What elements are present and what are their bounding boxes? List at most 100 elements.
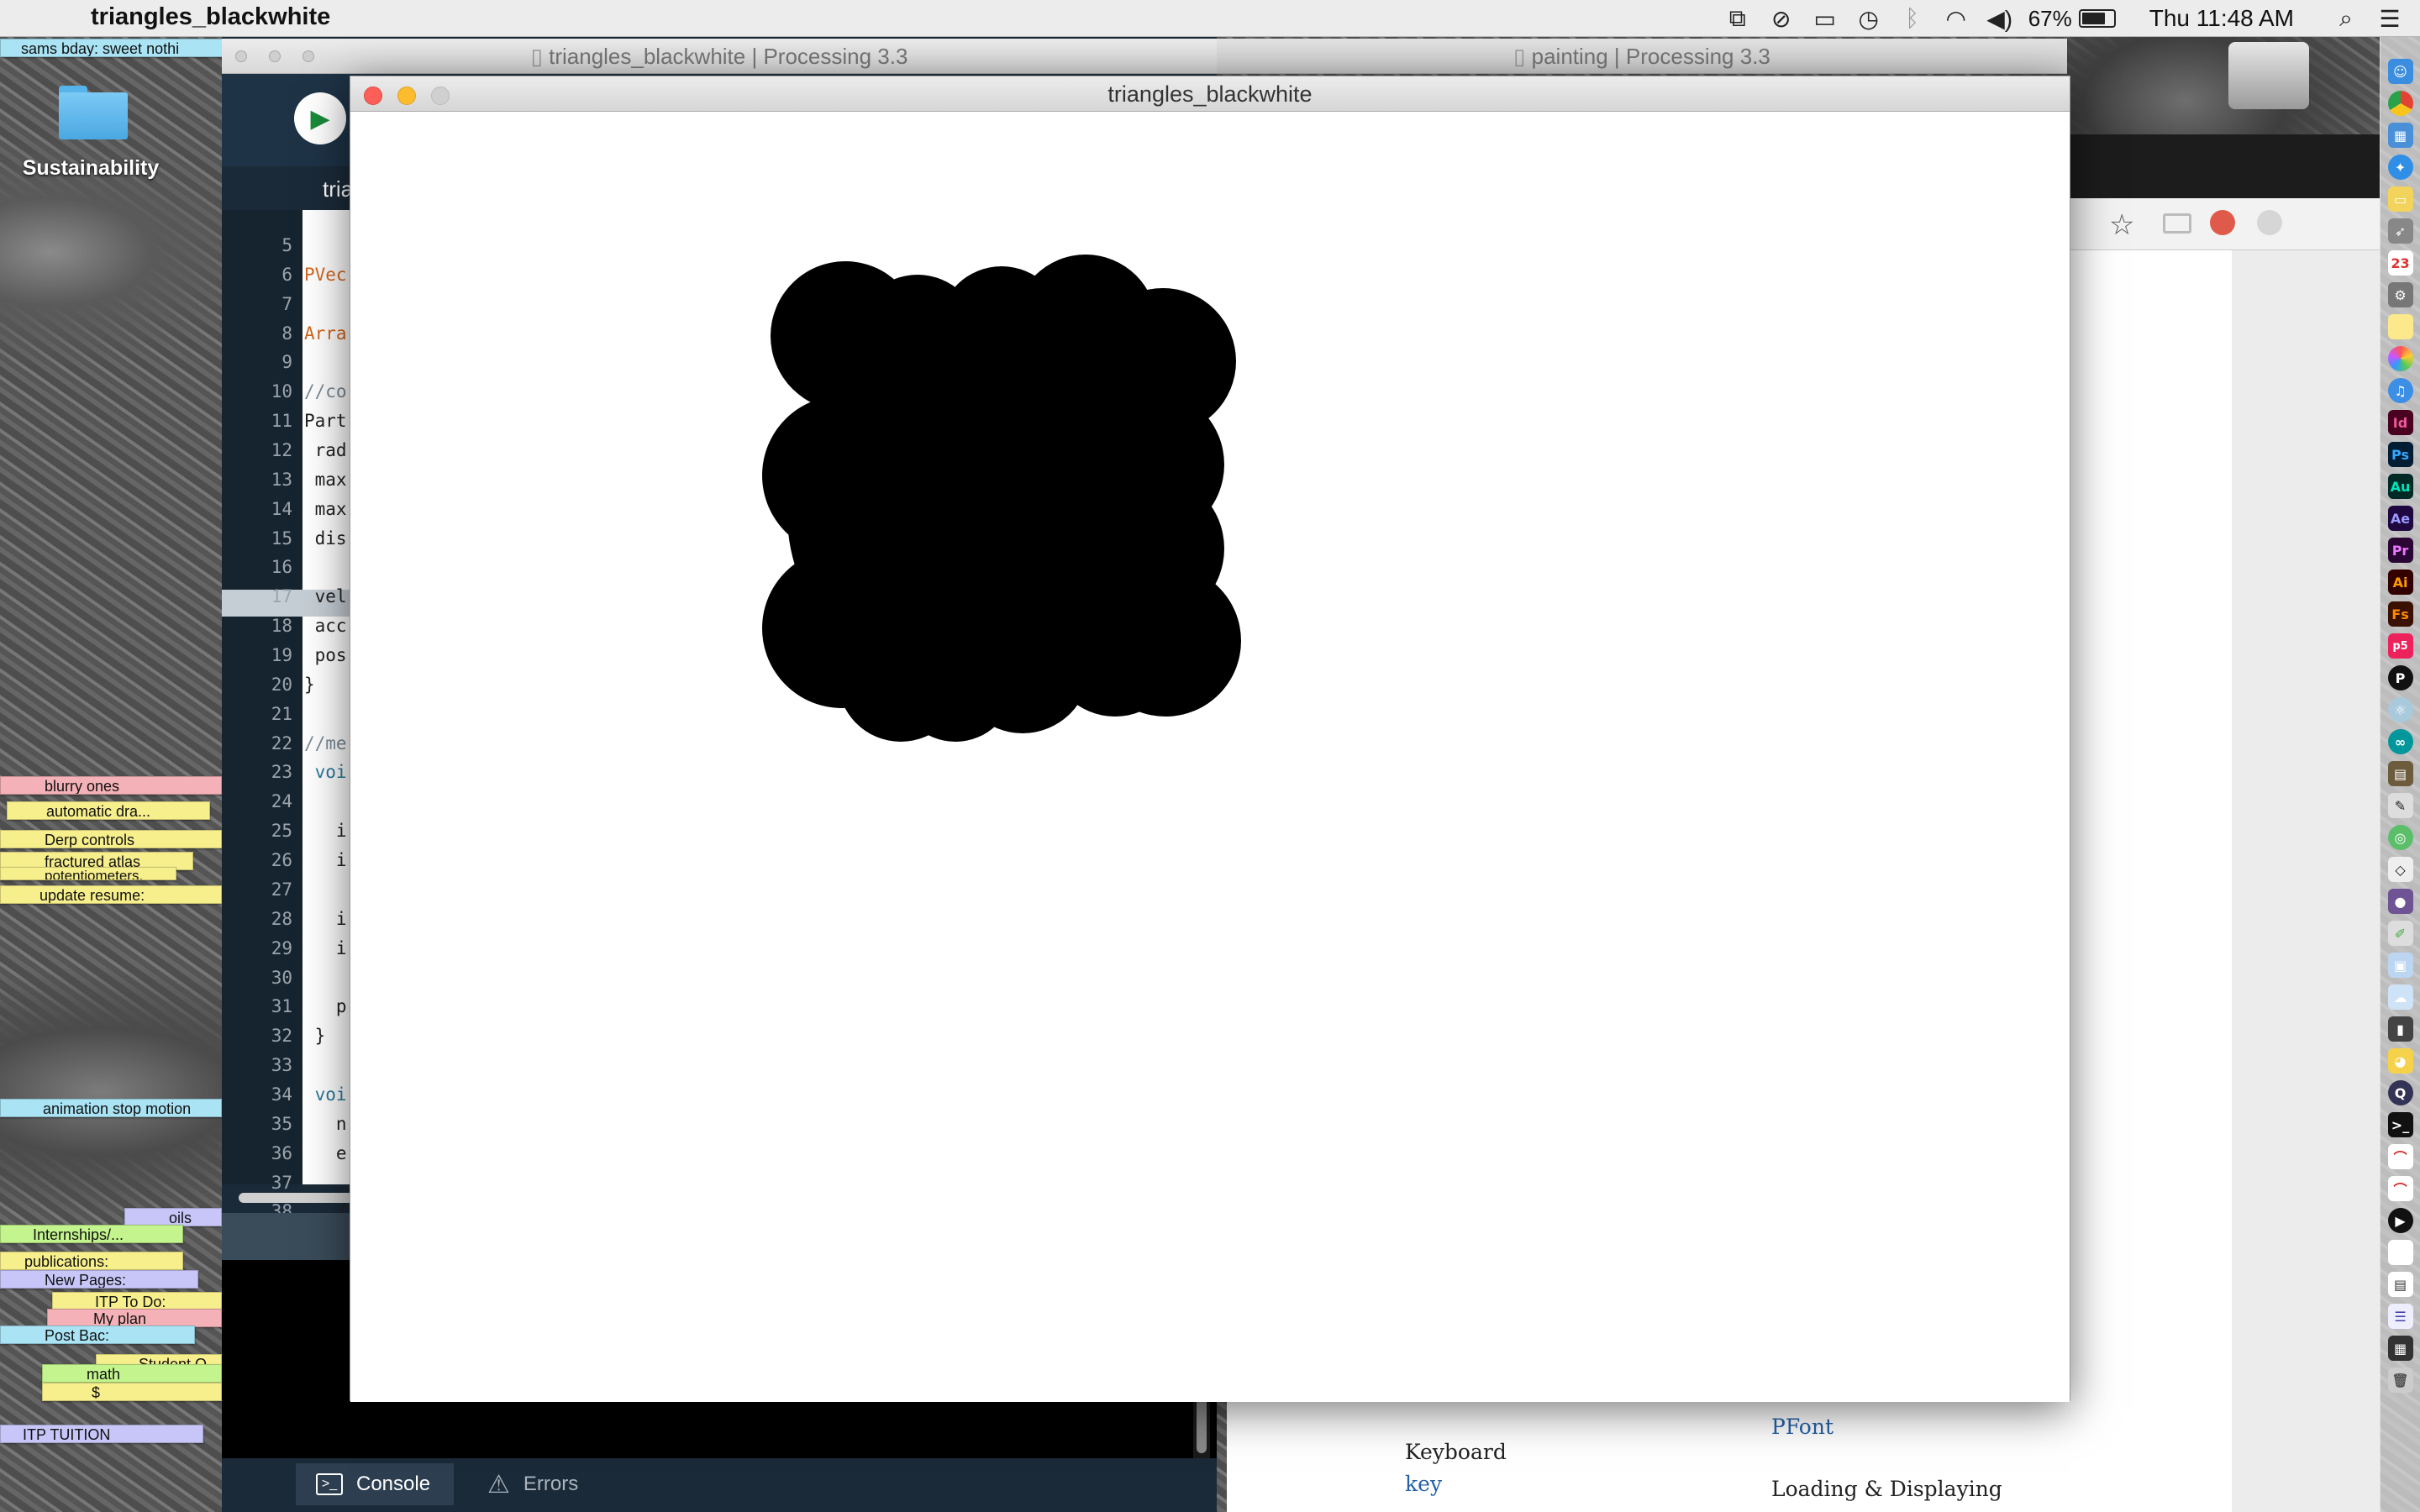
cloud-app-icon[interactable]: ☁ (2387, 984, 2413, 1010)
sync-icon[interactable]: ⊘ (1765, 0, 1798, 37)
errors-tab[interactable]: ⚠ Errors (467, 1463, 602, 1505)
sticky-note[interactable]: ITP To Do: (52, 1292, 222, 1310)
stack-icon[interactable]: ☰ (2387, 1304, 2413, 1329)
horizontal-scrollbar[interactable] (239, 1193, 363, 1203)
photoshop-icon[interactable]: Ps (2387, 442, 2413, 467)
sticky-note[interactable]: Derp controls (0, 830, 222, 848)
github-icon[interactable]: ● (2387, 889, 2413, 914)
code-text: Part (304, 411, 347, 432)
sketch-canvas[interactable] (350, 112, 2070, 1402)
close-button[interactable] (364, 87, 382, 105)
safari-icon[interactable]: ✦ (2387, 155, 2413, 180)
clock[interactable]: Thu 11:48 AM (2149, 5, 2294, 32)
play-app-icon[interactable]: ▶ (2387, 1208, 2413, 1233)
reference-link[interactable]: PFont (1771, 1415, 1833, 1439)
trash-icon[interactable]: 🗑 (2387, 1368, 2413, 1393)
audition-icon[interactable]: Au (2387, 474, 2413, 499)
sticky-note[interactable]: potentiometers. (0, 867, 176, 880)
sticky-note[interactable]: My plan (47, 1309, 222, 1327)
sticky-note[interactable]: sams bday: sweet nothi (0, 39, 224, 57)
fuse-icon[interactable]: Fs (2387, 601, 2413, 627)
battery-percent[interactable]: 67% (2028, 6, 2072, 32)
screenshot-icon[interactable]: ▤ (2387, 1272, 2413, 1297)
minimize-button[interactable] (269, 50, 281, 62)
acrobat-icon[interactable]: ⌒ (2387, 1144, 2413, 1169)
close-button[interactable] (235, 50, 247, 62)
disk-utility-icon[interactable]: ▤ (2387, 761, 2413, 786)
sticky-note[interactable]: publications: (0, 1252, 183, 1270)
system-preferences-icon[interactable]: ⚙ (2387, 282, 2413, 307)
editor-app-icon[interactable]: ▮ (2387, 1016, 2413, 1042)
terminal-icon[interactable]: >_ (2387, 1112, 2413, 1137)
cast-icon[interactable] (2163, 213, 2191, 234)
document-icon[interactable] (2387, 1240, 2413, 1265)
rocket-icon[interactable]: ➶ (2387, 218, 2413, 244)
folder-icon[interactable] (59, 84, 128, 139)
line-number: 34 (271, 1084, 292, 1105)
sticky-note[interactable]: update resume: (0, 885, 222, 904)
airplay-icon[interactable]: ▭ (1808, 0, 1842, 37)
unity-icon[interactable]: ◇ (2387, 857, 2413, 882)
finder-icon[interactable]: ☺ (2387, 59, 2413, 84)
bluetooth-icon[interactable]: ᛒ (1896, 0, 1929, 37)
hard-drive-icon[interactable] (2228, 42, 2309, 109)
after-effects-icon[interactable]: Ae (2387, 506, 2413, 531)
minimize-button[interactable] (397, 87, 416, 105)
sketch-titlebar[interactable]: triangles_blackwhite (350, 76, 2070, 112)
console-tab[interactable]: >_ Console (296, 1463, 455, 1505)
preview-icon[interactable]: ▣ (2387, 953, 2413, 978)
sticky-note[interactable]: animation stop motion (0, 1099, 222, 1117)
folder-label[interactable]: Sustainability (0, 156, 182, 181)
run-button[interactable]: ▶ (294, 92, 346, 144)
sketchup-icon[interactable]: ✎ (2387, 793, 2413, 818)
arduino-icon[interactable]: ∞ (2387, 729, 2413, 754)
sticky-note[interactable]: Post Bac: (0, 1326, 195, 1344)
indesign-icon[interactable]: Id (2387, 410, 2413, 435)
folder-icon[interactable]: ▭ (2387, 186, 2413, 212)
premiere-icon[interactable]: Pr (2387, 538, 2413, 563)
sticky-note[interactable]: $ (42, 1383, 222, 1401)
sketch-tab[interactable]: tria (323, 176, 353, 202)
notification-center-icon[interactable]: ☰ (2373, 0, 2407, 37)
code-text: max (304, 469, 347, 490)
zoom-button[interactable] (302, 50, 314, 62)
editor-titlebar[interactable]: ▯ triangles_blackwhite | Processing 3.3 (222, 39, 1217, 74)
sticky-note[interactable]: blurry ones (0, 776, 222, 795)
sticky-note[interactable]: Internships/... (0, 1225, 183, 1243)
green-app-icon[interactable]: ◎ (2387, 825, 2413, 850)
sticky-note[interactable]: automatic dra... (7, 801, 210, 820)
battery-icon[interactable] (2078, 9, 2116, 28)
processing-icon[interactable]: P (2387, 665, 2413, 690)
app-menu[interactable]: triangles_blackwhite (91, 3, 330, 31)
acrobat-reader-icon[interactable]: ⌒ (2387, 1176, 2413, 1201)
line-number: 13 (271, 469, 292, 490)
extension-icon[interactable] (2210, 210, 2235, 235)
notes-icon[interactable] (2387, 314, 2413, 339)
wifi-icon[interactable]: ◠ (1939, 0, 1973, 37)
painting-window-titlebar[interactable]: ▯ painting | Processing 3.3 (1217, 39, 2067, 74)
sticky-note[interactable]: New Pages: (0, 1270, 198, 1289)
image-stack-icon[interactable]: ▦ (2387, 1336, 2413, 1361)
time-machine-icon[interactable]: ◷ (1852, 0, 1886, 37)
photos-icon[interactable] (2387, 346, 2413, 371)
bookmark-star-icon[interactable]: ☆ (2109, 208, 2134, 242)
illustrator-icon[interactable]: Ai (2387, 570, 2413, 595)
zoom-button[interactable] (431, 87, 450, 105)
screen-mirror-icon[interactable]: ⧉ (1721, 0, 1754, 37)
pencil-app-icon[interactable]: ✐ (2387, 921, 2413, 946)
sticky-note[interactable]: oils (124, 1208, 222, 1226)
p5-icon[interactable]: p5 (2387, 633, 2413, 659)
chrome-icon[interactable] (2387, 91, 2413, 116)
sticky-note[interactable]: ITP TUITION (0, 1425, 203, 1443)
itunes-icon[interactable]: ♫ (2387, 378, 2413, 403)
atom-icon[interactable]: ⚛ (2387, 697, 2413, 722)
spotlight-search-icon[interactable]: ⌕ (2329, 0, 2363, 37)
sticky-note[interactable]: math (42, 1364, 222, 1383)
reference-link[interactable]: key (1405, 1472, 1442, 1496)
extension-icon[interactable] (2257, 210, 2282, 235)
volume-icon[interactable]: ◀) (1983, 0, 2017, 37)
quicktime-icon[interactable]: Q (2387, 1080, 2413, 1105)
app-grid-icon[interactable]: ▦ (2387, 123, 2413, 148)
calendar-icon[interactable]: 23 (2387, 250, 2413, 276)
duck-app-icon[interactable]: ◕ (2387, 1048, 2413, 1074)
